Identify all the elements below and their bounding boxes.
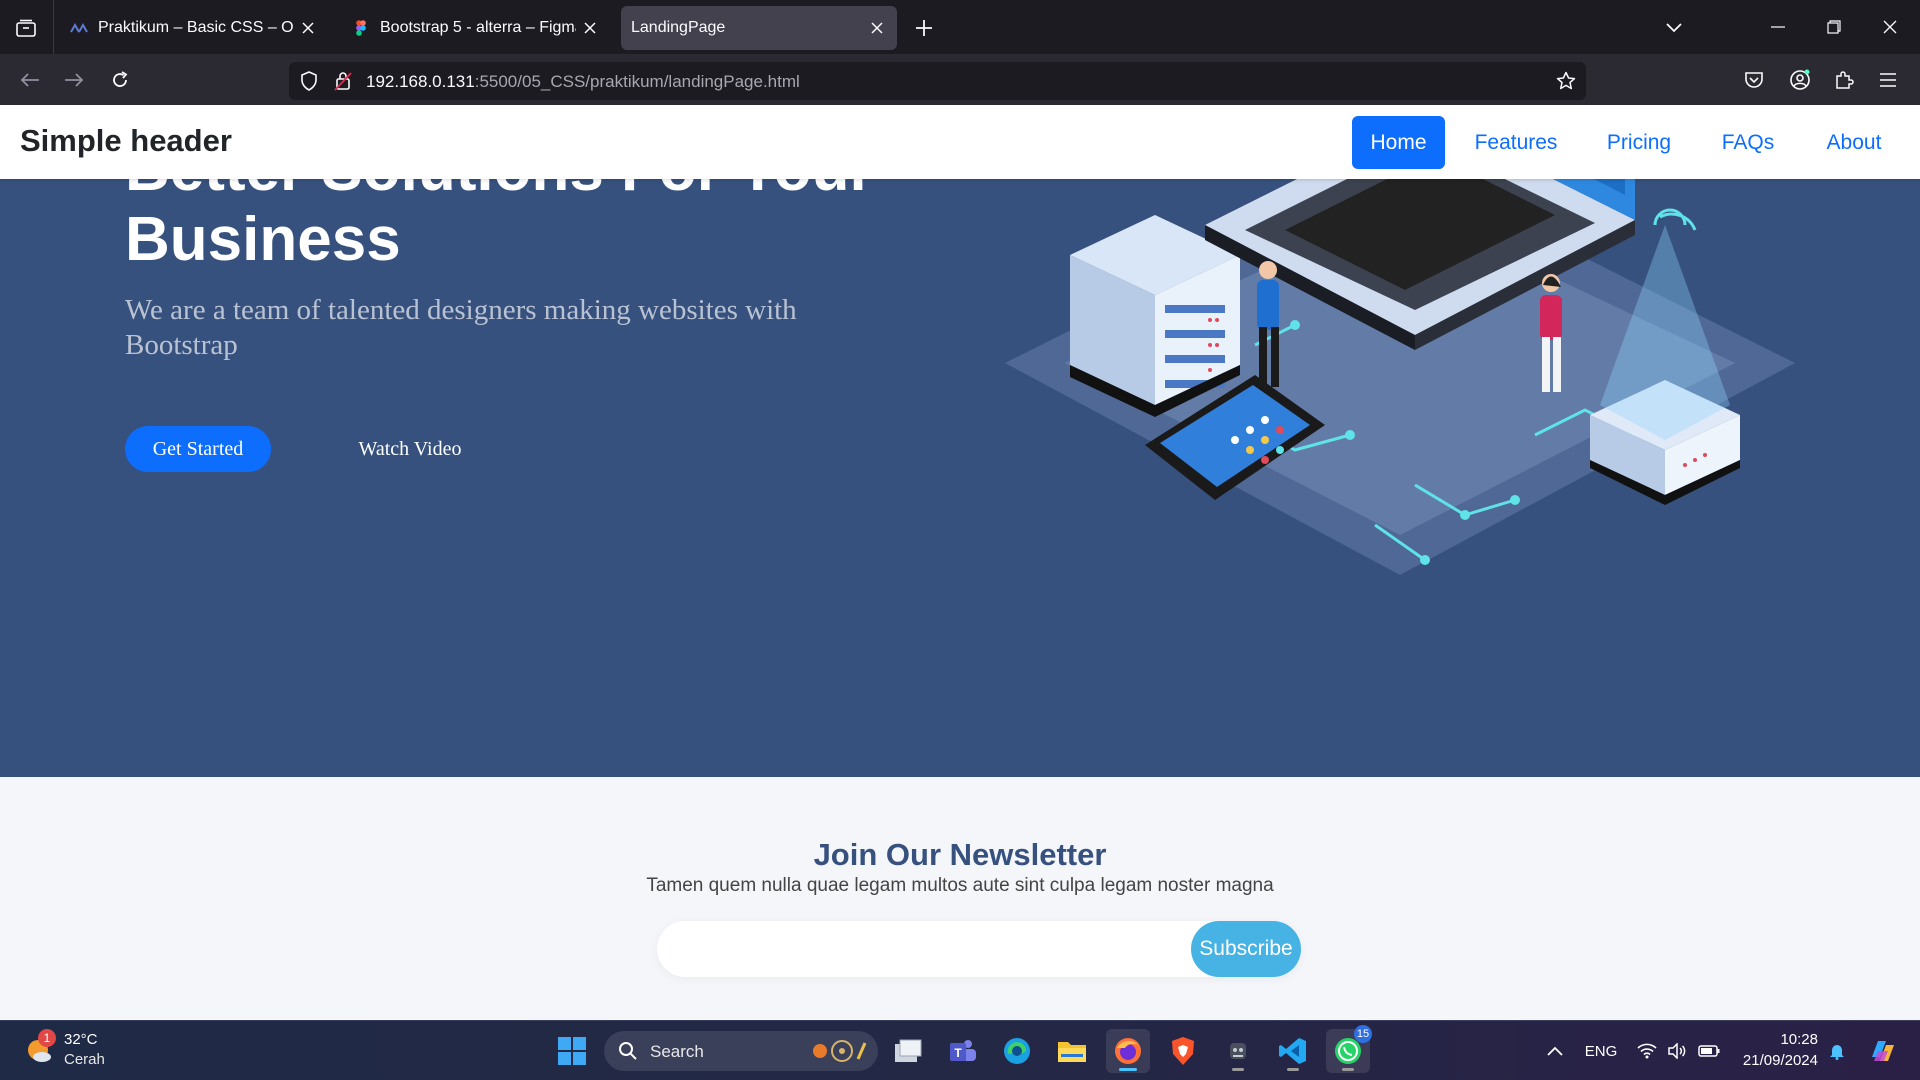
- hero-subtitle: We are a team of talented designers maki…: [125, 294, 797, 361]
- vscode-icon: [1279, 1038, 1306, 1064]
- newsletter-title: Join Our Newsletter: [813, 837, 1107, 872]
- edge-app[interactable]: [995, 1029, 1039, 1073]
- alterra-favicon-icon: [70, 19, 88, 37]
- start-button[interactable]: [550, 1029, 594, 1073]
- new-tab-icon[interactable]: [908, 12, 940, 44]
- svg-text:T: T: [954, 1046, 962, 1060]
- url-path: :5500/05_CSS/praktikum/landingPage.html: [474, 72, 800, 91]
- teams-icon: T: [950, 1040, 976, 1061]
- url-text[interactable]: 192.168.0.131:5500/05_CSS/praktikum/land…: [366, 72, 800, 92]
- insecure-lock-icon[interactable]: [331, 69, 355, 93]
- extensions-icon[interactable]: [1826, 62, 1862, 98]
- pocket-icon[interactable]: [1736, 62, 1772, 98]
- back-icon[interactable]: [12, 62, 48, 98]
- whatsapp-app[interactable]: 15: [1326, 1025, 1372, 1073]
- newsletter-email-input[interactable]: [677, 929, 1177, 969]
- close-window-icon[interactable]: [1862, 0, 1918, 54]
- folder-icon: [1058, 1042, 1086, 1062]
- web-page: Better Solutions For Your Business We ar…: [0, 105, 1920, 1020]
- address-bar[interactable]: 192.168.0.131:5500/05_CSS/praktikum/land…: [289, 62, 1586, 100]
- edge-icon: [1004, 1038, 1030, 1064]
- running-indicator: [1287, 1068, 1299, 1071]
- browser-tab-bar: Praktikum – Basic CSS – ONE by Bootstrap…: [0, 0, 1920, 54]
- get-started-button[interactable]: Get Started: [125, 426, 271, 472]
- teams-app[interactable]: T: [941, 1029, 985, 1073]
- tab-figma[interactable]: Bootstrap 5 - alterra – Figma: [342, 6, 610, 50]
- game-app[interactable]: [1216, 1029, 1260, 1073]
- hero-section: Better Solutions For Your Business We ar…: [0, 105, 1920, 777]
- list-all-tabs-icon[interactable]: [1658, 12, 1690, 44]
- tab-title: Praktikum – Basic CSS – ONE by: [98, 19, 294, 36]
- brave-icon: [1172, 1037, 1194, 1065]
- bookmark-star-icon[interactable]: [1554, 69, 1578, 93]
- menu-icon[interactable]: [1870, 62, 1906, 98]
- search-label: Search: [650, 1042, 704, 1061]
- forward-icon[interactable]: [56, 62, 92, 98]
- taskbar-search[interactable]: Search: [604, 1031, 878, 1071]
- windows-taskbar: 1 32°C Cerah Search T 15 ENG 10:28 21/09…: [0, 1020, 1920, 1080]
- figma-favicon-icon: [352, 19, 370, 37]
- running-indicator: [1232, 1068, 1244, 1071]
- file-explorer-icon: [895, 1039, 922, 1062]
- tab-praktikum[interactable]: Praktikum – Basic CSS – ONE by: [60, 6, 328, 50]
- newsletter-form: Subscribe: [657, 921, 1301, 977]
- clock-time: 10:28: [1780, 1031, 1818, 1048]
- volume-icon[interactable]: [1662, 1021, 1692, 1080]
- close-tab-icon[interactable]: [580, 18, 600, 38]
- tab-title: LandingPage: [631, 19, 726, 36]
- watch-video-button[interactable]: Watch Video: [340, 426, 480, 472]
- nav-about[interactable]: About: [1806, 116, 1902, 169]
- close-tab-icon[interactable]: [298, 18, 318, 38]
- whatsapp-badge: 15: [1354, 1025, 1372, 1043]
- firefox-app[interactable]: [1106, 1029, 1150, 1073]
- active-indicator: [1119, 1068, 1137, 1071]
- restore-icon[interactable]: [1806, 0, 1862, 54]
- tracking-protection-icon[interactable]: [297, 69, 321, 93]
- hero-illustration: [1005, 105, 1795, 575]
- tab-landingpage[interactable]: LandingPage: [621, 6, 897, 50]
- copilot-icon[interactable]: [1864, 1021, 1900, 1080]
- nav-features[interactable]: Features: [1459, 116, 1573, 169]
- nav-home[interactable]: Home: [1352, 116, 1445, 169]
- site-brand[interactable]: Simple header: [20, 123, 232, 159]
- url-host: 192.168.0.131: [366, 72, 475, 91]
- game-icon: [1230, 1043, 1246, 1059]
- vscode-app[interactable]: [1271, 1029, 1315, 1073]
- minimize-icon[interactable]: [1750, 0, 1806, 54]
- windows-logo-icon: [558, 1037, 586, 1065]
- newsletter-text: Tamen quem nulla quae legam multos aute …: [646, 875, 1274, 896]
- wifi-icon[interactable]: [1632, 1021, 1662, 1080]
- weather-condition: Cerah: [64, 1051, 105, 1068]
- account-icon[interactable]: [1782, 62, 1818, 98]
- subscribe-button[interactable]: Subscribe: [1191, 921, 1301, 977]
- site-header: Simple header Home Features Pricing FAQs…: [0, 105, 1920, 179]
- language-indicator[interactable]: ENG: [1582, 1021, 1620, 1080]
- nav-faqs[interactable]: FAQs: [1704, 116, 1792, 169]
- brave-app[interactable]: [1161, 1029, 1205, 1073]
- tab-overview-icon[interactable]: [8, 12, 44, 44]
- tab-separator: [53, 0, 54, 54]
- notification-bell-icon[interactable]: [1822, 1021, 1852, 1080]
- nav-pricing[interactable]: Pricing: [1588, 116, 1690, 169]
- browser-nav-bar: 192.168.0.131:5500/05_CSS/praktikum/land…: [0, 54, 1920, 105]
- weather-temperature: 32°C: [64, 1031, 98, 1048]
- weather-badge: 1: [38, 1029, 56, 1047]
- tab-title: Bootstrap 5 - alterra – Figma: [380, 19, 576, 36]
- task-view-app[interactable]: [886, 1029, 930, 1073]
- running-indicator: [1342, 1068, 1354, 1071]
- search-highlight-icon: [813, 1040, 867, 1062]
- show-hidden-icons-icon[interactable]: [1540, 1021, 1570, 1080]
- search-icon: [619, 1042, 637, 1060]
- firefox-icon: [1115, 1038, 1141, 1064]
- file-explorer-app[interactable]: [1050, 1029, 1094, 1073]
- battery-icon[interactable]: [1694, 1021, 1724, 1080]
- hero-title-line2: Business: [125, 205, 401, 274]
- clock-date: 21/09/2024: [1742, 1052, 1818, 1069]
- reload-icon[interactable]: [102, 62, 138, 98]
- close-tab-icon[interactable]: [867, 18, 887, 38]
